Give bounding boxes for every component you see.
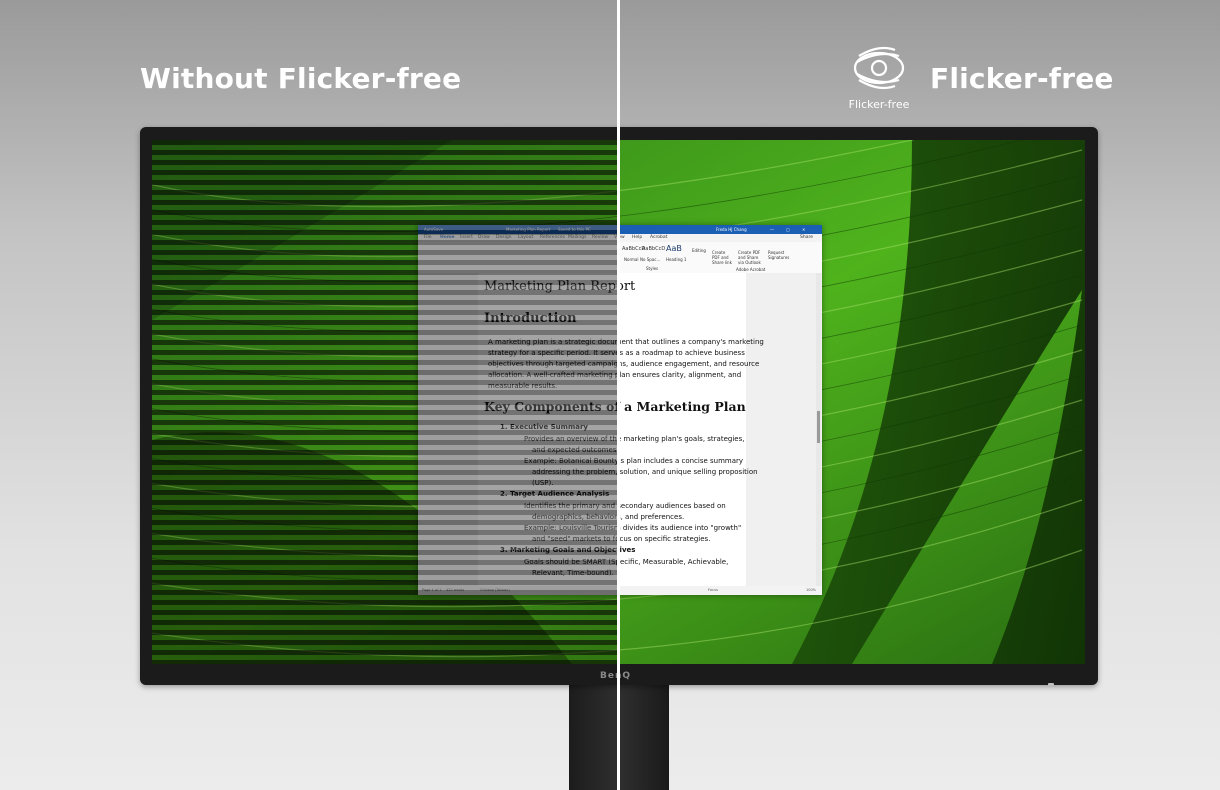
bullet-line: demographics, behaviors, and preferences… bbox=[532, 513, 685, 521]
item-title: 1. Executive Summary bbox=[500, 423, 588, 431]
style-heading1[interactable]: Heading 1 bbox=[666, 257, 686, 262]
monitor-brand: BenQ bbox=[600, 671, 632, 681]
left-headline: Without Flicker-free bbox=[140, 62, 462, 95]
bullet-line: Identifies the primary and secondary aud… bbox=[524, 502, 726, 510]
maximize-icon[interactable]: ▢ bbox=[786, 225, 790, 234]
tab-references[interactable]: References bbox=[540, 234, 565, 242]
bullet-line: and "seed" markets to focus on specific … bbox=[532, 535, 711, 543]
item-title: 3. Marketing Goals and Objectives bbox=[500, 546, 636, 554]
bullet-line: (USP). bbox=[532, 479, 554, 487]
autosave-label[interactable]: AutoSave bbox=[424, 225, 443, 234]
style-normal[interactable]: Normal bbox=[624, 257, 638, 262]
tab-mailings[interactable]: Mailings bbox=[568, 234, 586, 242]
right-headline: Flicker-free bbox=[930, 62, 1114, 95]
tab-draw[interactable]: Draw bbox=[478, 234, 490, 242]
logo-label: Flicker-free bbox=[848, 98, 910, 111]
bullet-line: Example: Botanical Bounty's plan include… bbox=[524, 457, 744, 465]
power-led bbox=[1048, 683, 1054, 686]
window-titlebar: AutoSave Marketing Plan Report Saved to … bbox=[418, 225, 822, 234]
share-button[interactable]: Share bbox=[800, 234, 813, 242]
bullet-line: Example: Louisville Tourism divides its … bbox=[524, 524, 742, 532]
minimize-icon[interactable]: — bbox=[770, 225, 774, 234]
document-page[interactable]: Marketing Plan Report Introduction A mar… bbox=[478, 273, 764, 586]
bullet-line: Goals should be SMART (Specific, Measura… bbox=[524, 558, 729, 566]
tab-file[interactable]: File bbox=[424, 234, 432, 242]
intro-line: objectives through targeted campaigns, a… bbox=[488, 360, 760, 368]
scroll-thumb[interactable] bbox=[817, 411, 820, 443]
create-pdf-link-button[interactable]: Create PDF and Share link bbox=[712, 250, 734, 265]
tab-acrobat[interactable]: Acrobat bbox=[650, 234, 667, 242]
close-icon[interactable]: ✕ bbox=[802, 225, 805, 234]
tab-home[interactable]: Home bbox=[440, 234, 455, 242]
document-area: Marketing Plan Report Introduction A mar… bbox=[418, 273, 822, 586]
flicker-free-logo: Flicker-free bbox=[846, 40, 912, 112]
components-heading: Key Components of a Marketing Plan bbox=[484, 399, 746, 414]
tab-layout[interactable]: Layout bbox=[518, 234, 533, 242]
word-window: AutoSave Marketing Plan Report Saved to … bbox=[418, 225, 822, 595]
intro-line: measurable results. bbox=[488, 382, 558, 390]
intro-line: allocation. A well-crafted marketing pla… bbox=[488, 371, 742, 379]
window-title: Marketing Plan Report bbox=[506, 227, 551, 232]
user-name[interactable]: Freda HJ Chang bbox=[716, 225, 747, 234]
item-title: 2. Target Audience Analysis bbox=[500, 490, 610, 498]
styles-group-label: Styles bbox=[646, 266, 659, 271]
style-nospacing[interactable]: No Spac... bbox=[640, 257, 660, 262]
comparison-divider bbox=[617, 0, 620, 790]
tab-review[interactable]: Review bbox=[592, 234, 608, 242]
menu-bar: File Home Insert Draw Design Layout Refe… bbox=[418, 234, 822, 242]
editing-button[interactable]: Editing bbox=[692, 248, 706, 253]
status-language[interactable]: Chinese (Taiwan) bbox=[480, 586, 510, 595]
bullet-line: addressing the problem, solution, and un… bbox=[532, 468, 758, 476]
doc-title: Marketing Plan Report bbox=[484, 279, 636, 294]
tab-insert[interactable]: Insert bbox=[460, 234, 473, 242]
style-heading-sample[interactable]: AaB bbox=[666, 244, 682, 253]
tab-design[interactable]: Design bbox=[496, 234, 512, 242]
ribbon: AaBbCcD Normal AaBbCcD No Spac... AaB He… bbox=[418, 242, 822, 274]
bullet-line: and expected outcomes. bbox=[532, 446, 619, 454]
request-signatures-button[interactable]: Request Signatures bbox=[768, 250, 789, 260]
intro-line: A marketing plan is a strategic document… bbox=[488, 338, 764, 346]
create-pdf-outlook-button[interactable]: Create PDF and Share via Outlook bbox=[738, 250, 762, 265]
intro-heading: Introduction bbox=[484, 311, 577, 326]
status-bar: Page 1 of 1 422 words Chinese (Taiwan) F… bbox=[418, 586, 822, 595]
acrobat-group-label: Adobe Acrobat bbox=[736, 267, 766, 272]
bullet-line: Relevant, Time-bound). bbox=[532, 569, 614, 577]
save-status: Saved to this PC bbox=[558, 227, 591, 232]
status-page[interactable]: Page 1 of 1 bbox=[422, 586, 442, 595]
status-words[interactable]: 422 words bbox=[446, 586, 464, 595]
style-nospacing-sample[interactable]: AaBbCcD bbox=[642, 246, 665, 252]
eye-icon bbox=[853, 46, 905, 90]
bullet-line: Provides an overview of the marketing pl… bbox=[524, 435, 745, 443]
zoom-level[interactable]: 100% bbox=[806, 586, 816, 595]
tab-help[interactable]: Help bbox=[632, 234, 642, 242]
focus-button[interactable]: Focus bbox=[708, 586, 718, 595]
